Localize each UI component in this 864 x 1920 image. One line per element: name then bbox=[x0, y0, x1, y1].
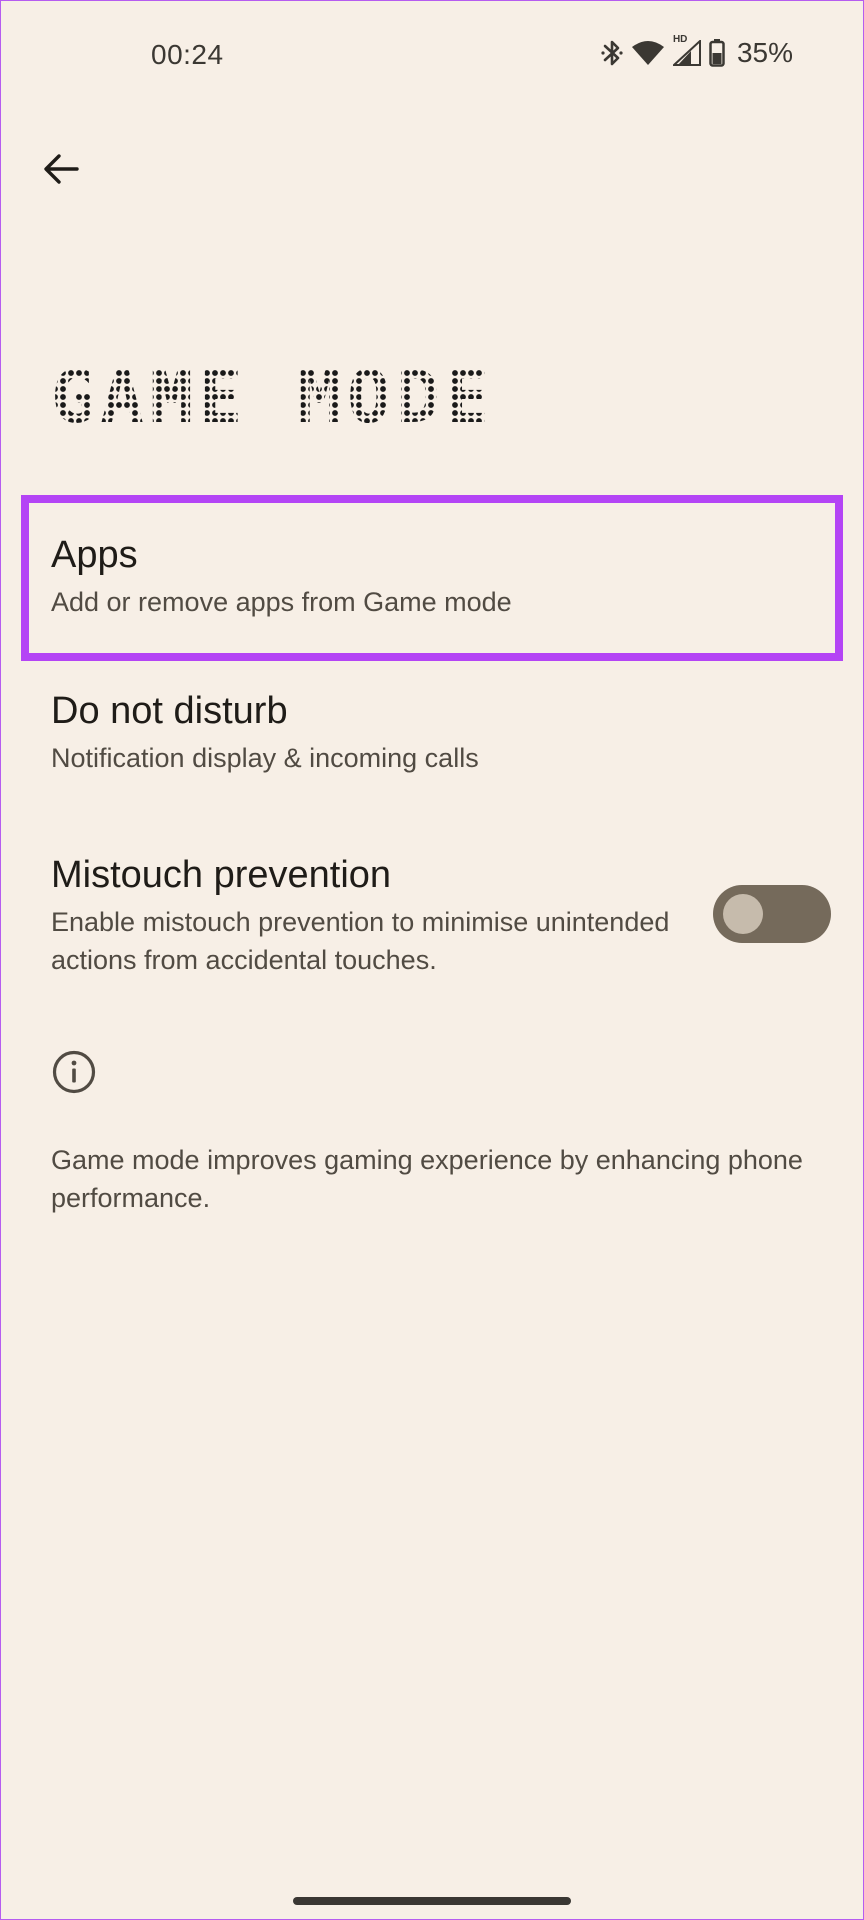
info-icon bbox=[52, 1050, 96, 1094]
mistouch-prevention-setting-summary: Enable mistouch prevention to minimise u… bbox=[51, 907, 670, 975]
game-mode-description: Game mode improves gaming experience by … bbox=[51, 1145, 803, 1213]
page-title: GAME MODE bbox=[51, 355, 496, 439]
apps-setting-item[interactable]: Apps Add or remove apps from Game mode bbox=[21, 495, 843, 661]
battery-percent: 35% bbox=[736, 37, 793, 68]
cellular-signal-icon: HD bbox=[672, 34, 701, 66]
wifi-icon bbox=[631, 40, 665, 66]
status-bar: 00:24 HD 35% bbox=[1, 1, 863, 111]
do-not-disturb-setting-title: Do not disturb bbox=[51, 690, 288, 732]
mistouch-prevention-setting-item[interactable]: Mistouch prevention Enable mistouch prev… bbox=[21, 851, 843, 991]
apps-setting-title: Apps bbox=[51, 534, 138, 576]
status-time: 00:24 bbox=[151, 39, 224, 70]
mistouch-prevention-toggle[interactable] bbox=[713, 885, 831, 943]
game-mode-screen: 00:24 HD 35% GAME MODE Apps Add or remov… bbox=[0, 0, 864, 1920]
arrow-left-icon bbox=[44, 154, 79, 184]
do-not-disturb-setting-item[interactable]: Do not disturb Notification display & in… bbox=[21, 687, 843, 797]
toggle-knob bbox=[723, 894, 763, 934]
do-not-disturb-setting-summary: Notification display & incoming calls bbox=[51, 743, 479, 773]
battery-icon bbox=[709, 39, 725, 67]
status-icons: HD 35% bbox=[601, 34, 793, 69]
bluetooth-icon bbox=[601, 38, 623, 68]
network-badge: HD bbox=[672, 34, 688, 45]
apps-setting-summary: Add or remove apps from Game mode bbox=[51, 587, 512, 617]
back-button[interactable] bbox=[29, 137, 93, 201]
gesture-navigation-handle[interactable] bbox=[293, 1897, 571, 1905]
mistouch-prevention-setting-title: Mistouch prevention bbox=[51, 854, 392, 896]
